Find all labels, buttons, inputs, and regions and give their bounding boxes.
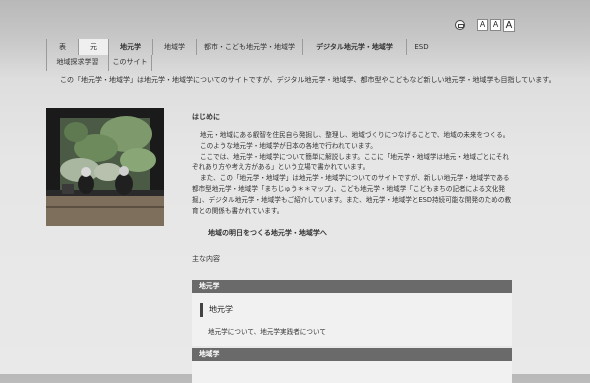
paragraph-1: 地元・地域にある叡智を住民自ら発掘し、整理し、地域づくりにつなげることで、地域の…: [200, 131, 510, 139]
nav-tab-chiiki-tankyu[interactable]: 地域探求学習: [46, 55, 108, 71]
nav-tab-moto[interactable]: 元: [78, 39, 108, 55]
nav-tab-chiikigaku[interactable]: 地域学: [152, 39, 196, 55]
block-title-jimotogaku[interactable]: 地元学: [200, 303, 502, 317]
font-large-button[interactable]: A: [503, 18, 515, 32]
nav-tab-jimotogaku[interactable]: 地元学: [108, 39, 152, 55]
block-header-jimotogaku[interactable]: 地元学: [192, 280, 512, 293]
main-contents-label: 主な内容: [192, 255, 220, 264]
nav-tab-this-site[interactable]: このサイト: [108, 55, 152, 71]
top-toolbar: A A A: [455, 18, 517, 32]
intro-text: この「地元学・地域学」は地元学・地域学についてのサイトですが、デジタル地元学・地…: [60, 76, 556, 84]
nav-row-1: 表 元 地元学 地域学 都市・こども地元学・地域学 デジタル地元学・地域学 ES…: [46, 39, 512, 55]
paragraph-2: このような地元学・地域学が日本の各地で行われています。: [200, 141, 377, 150]
block-body-jimotogaku: 地元学 地元学について、地元学実践者について: [192, 293, 512, 346]
cta-link[interactable]: 地域の明日をつくる地元学・地域学へ: [208, 228, 512, 238]
block-desc-jimotogaku: 地元学について、地元学実践者について: [208, 328, 326, 336]
paragraph-3: ここでは、地元学・地域学について簡単に解説します。ここに「地元学・地域学は地元・…: [192, 152, 509, 172]
nav-tab-esd[interactable]: ESD: [406, 39, 436, 55]
print-icon[interactable]: [455, 20, 465, 30]
garden-photo-image: [46, 108, 164, 226]
block-body-chiikigaku: [192, 361, 512, 383]
section-heading: はじめに: [192, 113, 220, 121]
nav-tab-toshi-kodomo[interactable]: 都市・こども地元学・地域学: [196, 39, 302, 55]
paragraph-4: また、この「地元学・地域学」は地元学・地域学についてのサイトですが、新しい地元学…: [192, 174, 512, 215]
nav-tab-digital[interactable]: デジタル地元学・地域学: [302, 39, 406, 55]
font-medium-button[interactable]: A: [490, 19, 501, 31]
font-small-button[interactable]: A: [477, 19, 488, 31]
nav-row-2: 地域探求学習 このサイト: [46, 55, 512, 71]
content-block-chiikigaku: 地域学: [192, 348, 512, 383]
content-block-jimotogaku: 地元学 地元学 地元学について、地元学実践者について: [192, 280, 512, 346]
nav-tab-omote[interactable]: 表: [46, 39, 78, 55]
intro-section: はじめに 地元・地域にある叡智を住民自ら発掘し、整理し、地域づくりにつなげること…: [192, 106, 512, 264]
main-navigation: 表 元 地元学 地域学 都市・こども地元学・地域学 デジタル地元学・地域学 ES…: [46, 39, 512, 71]
block-header-chiikigaku[interactable]: 地域学: [192, 348, 512, 361]
garden-photo: [46, 108, 164, 226]
